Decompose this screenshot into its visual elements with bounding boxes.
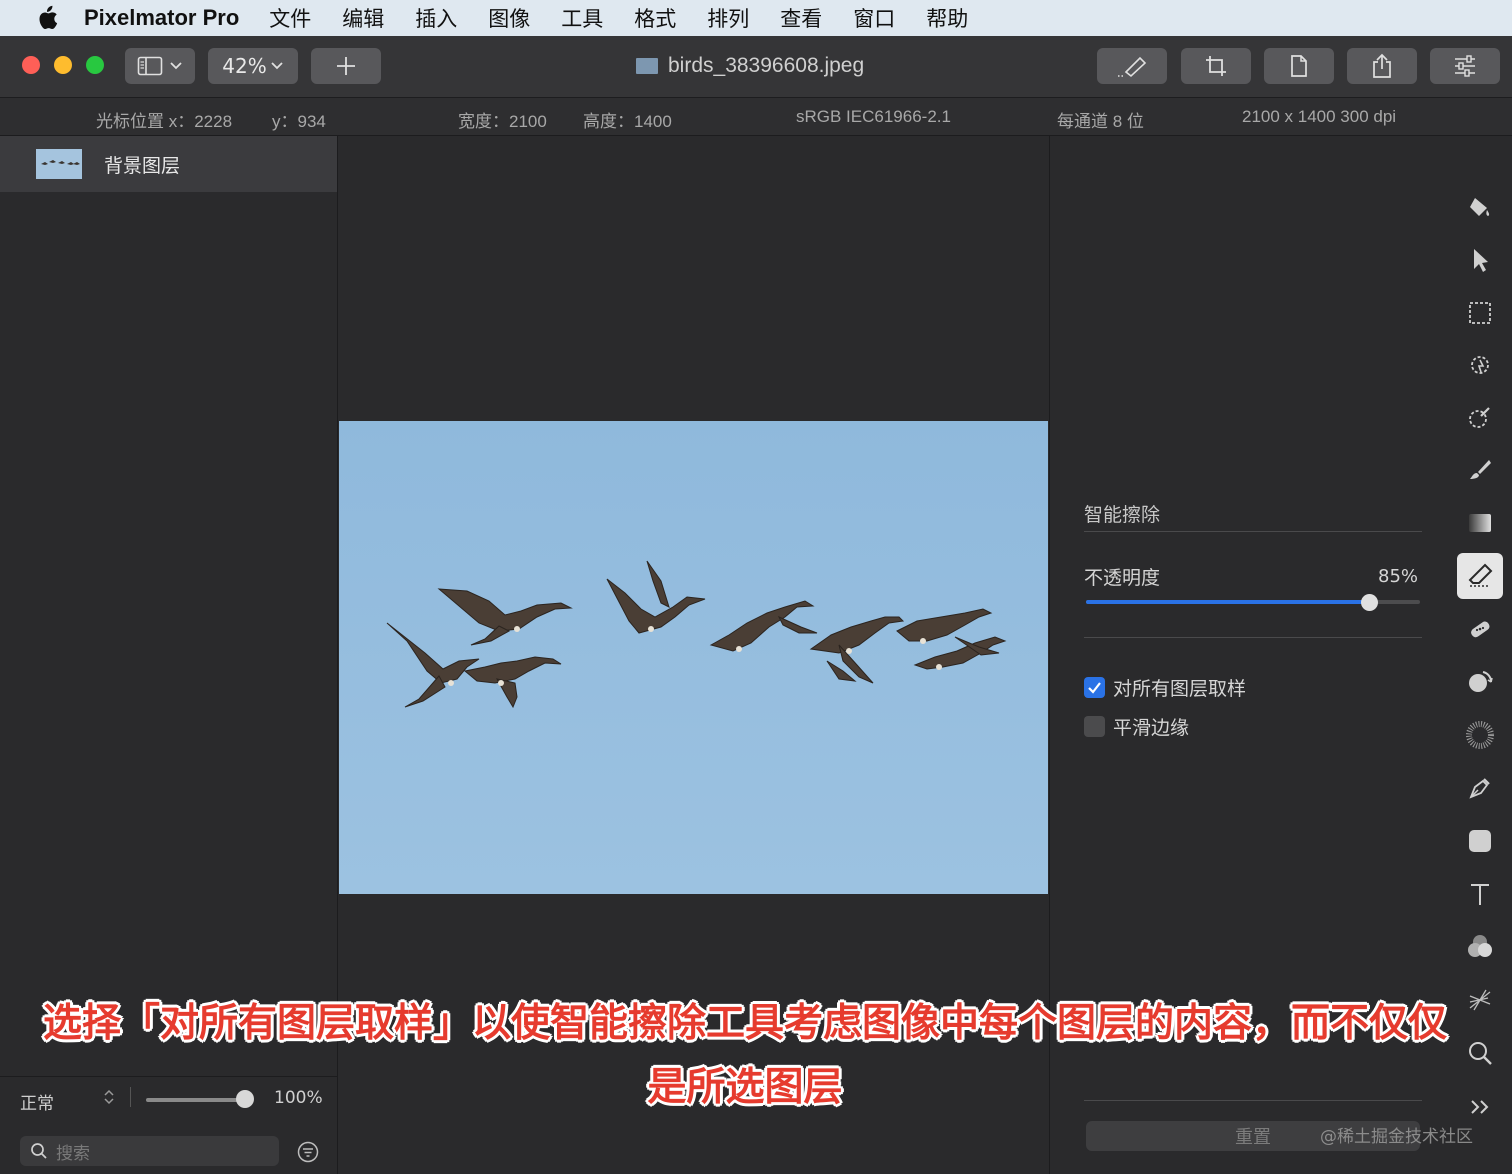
- minimize-window-button[interactable]: [54, 56, 72, 74]
- color-blend-icon[interactable]: [1457, 924, 1503, 970]
- menu-edit[interactable]: 编辑: [342, 3, 384, 33]
- zoom-level-value: 42%: [222, 54, 267, 78]
- menu-view[interactable]: 查看: [780, 3, 822, 33]
- magic-select-icon[interactable]: [1457, 342, 1503, 388]
- apple-icon[interactable]: [32, 3, 62, 33]
- caption-line-1: 选择「对所有图层取样」以使智能擦除工具考虑图像中每个图层的内容，而不仅仅: [42, 1001, 1447, 1046]
- layer-name: 背景图层: [104, 154, 181, 177]
- sliders-icon: [1455, 55, 1475, 77]
- tool-options-title: 智能擦除: [1084, 504, 1161, 526]
- menu-insert[interactable]: 插入: [415, 3, 457, 33]
- new-document-button[interactable]: [1264, 48, 1334, 84]
- color-profile: sRGB IEC61966-2.1: [796, 107, 951, 126]
- opacity-slider-fill: [1086, 600, 1370, 604]
- document-thumbnail: [636, 58, 658, 74]
- close-window-button[interactable]: [22, 56, 40, 74]
- paint-bucket-icon[interactable]: [1457, 184, 1503, 230]
- sample-all-layers-option[interactable]: 对所有图层取样: [1084, 674, 1246, 701]
- shape-icon[interactable]: [1457, 818, 1503, 864]
- sidebar-icon: [137, 56, 163, 76]
- adjustments-button[interactable]: [1430, 48, 1500, 84]
- menu-image[interactable]: 图像: [488, 3, 530, 33]
- share-button[interactable]: [1347, 48, 1417, 84]
- menu-file[interactable]: 文件: [269, 3, 311, 33]
- divider: [1084, 531, 1422, 532]
- smooth-edges-option[interactable]: 平滑边缘: [1084, 713, 1189, 740]
- checkmark-icon: [1088, 682, 1101, 694]
- menu-arrange[interactable]: 排列: [707, 3, 749, 33]
- crop-icon: [1206, 56, 1226, 76]
- document-title: birds_38396608.jpeg: [636, 54, 864, 78]
- share-icon: [1373, 53, 1391, 78]
- caption-line-2: 是所选图层: [647, 1065, 843, 1110]
- smart-erase-icon[interactable]: [1457, 553, 1503, 599]
- menu-help[interactable]: 帮助: [926, 3, 968, 33]
- distort-icon[interactable]: [1457, 712, 1503, 758]
- opacity-slider-knob[interactable]: [1361, 594, 1379, 611]
- menu-bar: Pixelmator Pro 文件 编辑 插入 图像 工具 格式 排列 查看 窗…: [0, 0, 1512, 36]
- menu-tools[interactable]: 工具: [561, 3, 603, 33]
- bit-depth: 每通道 8 位: [1057, 112, 1144, 131]
- opacity-value: 85%: [1378, 566, 1419, 587]
- smooth-edges-checkbox[interactable]: [1084, 716, 1105, 737]
- color-adjust-icon[interactable]: [1457, 394, 1503, 440]
- window-toolbar: 42% birds_38396608.jpeg: [0, 36, 1512, 98]
- app-menu[interactable]: Pixelmator Pro: [84, 5, 239, 31]
- crop-button[interactable]: [1181, 48, 1251, 84]
- layer-thumbnail: [36, 149, 82, 179]
- dimensions-dpi: 2100 x 1400 300 dpi: [1242, 107, 1397, 126]
- rect-select-icon[interactable]: [1457, 290, 1503, 336]
- cursor-y: y：934: [272, 112, 326, 131]
- sample-all-layers-checkbox[interactable]: [1084, 677, 1105, 698]
- menu-window[interactable]: 窗口: [853, 3, 895, 33]
- arrange-icon[interactable]: [1457, 237, 1503, 283]
- repair-icon[interactable]: [1457, 606, 1503, 652]
- paint-brush-icon[interactable]: [1457, 447, 1503, 493]
- sidebar-toggle-button[interactable]: [125, 48, 195, 84]
- image-width: 宽度：2100: [458, 112, 547, 131]
- menu-format[interactable]: 格式: [634, 3, 676, 33]
- smooth-edges-label: 平滑边缘: [1113, 717, 1190, 739]
- chevron-down-icon: [170, 62, 182, 70]
- search-icon: [30, 1142, 48, 1160]
- image-canvas[interactable]: [339, 421, 1048, 894]
- document-title-text: birds_38396608.jpeg: [668, 54, 865, 77]
- markup-button[interactable]: [1097, 48, 1167, 84]
- geese-photo: [386, 560, 1007, 709]
- cursor-x: 光标位置 x：2228: [96, 112, 233, 131]
- retouch-icon[interactable]: [1457, 659, 1503, 705]
- plus-icon: [337, 57, 355, 75]
- divider: [1084, 637, 1422, 638]
- image-height: 高度：1400: [583, 112, 672, 131]
- search-placeholder: 搜索: [56, 1143, 90, 1164]
- opacity-label: 不透明度: [1084, 567, 1161, 589]
- layer-search-input[interactable]: 搜索: [20, 1136, 279, 1166]
- chevron-down-icon: [271, 62, 283, 70]
- document-icon: [1291, 55, 1307, 77]
- zoom-window-button[interactable]: [86, 56, 104, 74]
- layer-row[interactable]: 背景图层: [0, 136, 337, 192]
- zoom-level-button[interactable]: 42%: [208, 48, 298, 84]
- pen-markup-icon: [1118, 56, 1147, 78]
- sample-all-layers-label: 对所有图层取样: [1113, 678, 1247, 700]
- type-icon[interactable]: [1457, 871, 1503, 917]
- image-info-bar: 光标位置 x：2228 y：934 宽度：2100 高度：1400 sRGB I…: [0, 98, 1512, 136]
- gradient-icon[interactable]: [1457, 500, 1503, 546]
- filter-icon[interactable]: [297, 1141, 319, 1167]
- watermark: @稀土掘金技术社区: [1320, 1127, 1473, 1147]
- pen-icon[interactable]: [1457, 765, 1503, 811]
- add-button[interactable]: [311, 48, 381, 84]
